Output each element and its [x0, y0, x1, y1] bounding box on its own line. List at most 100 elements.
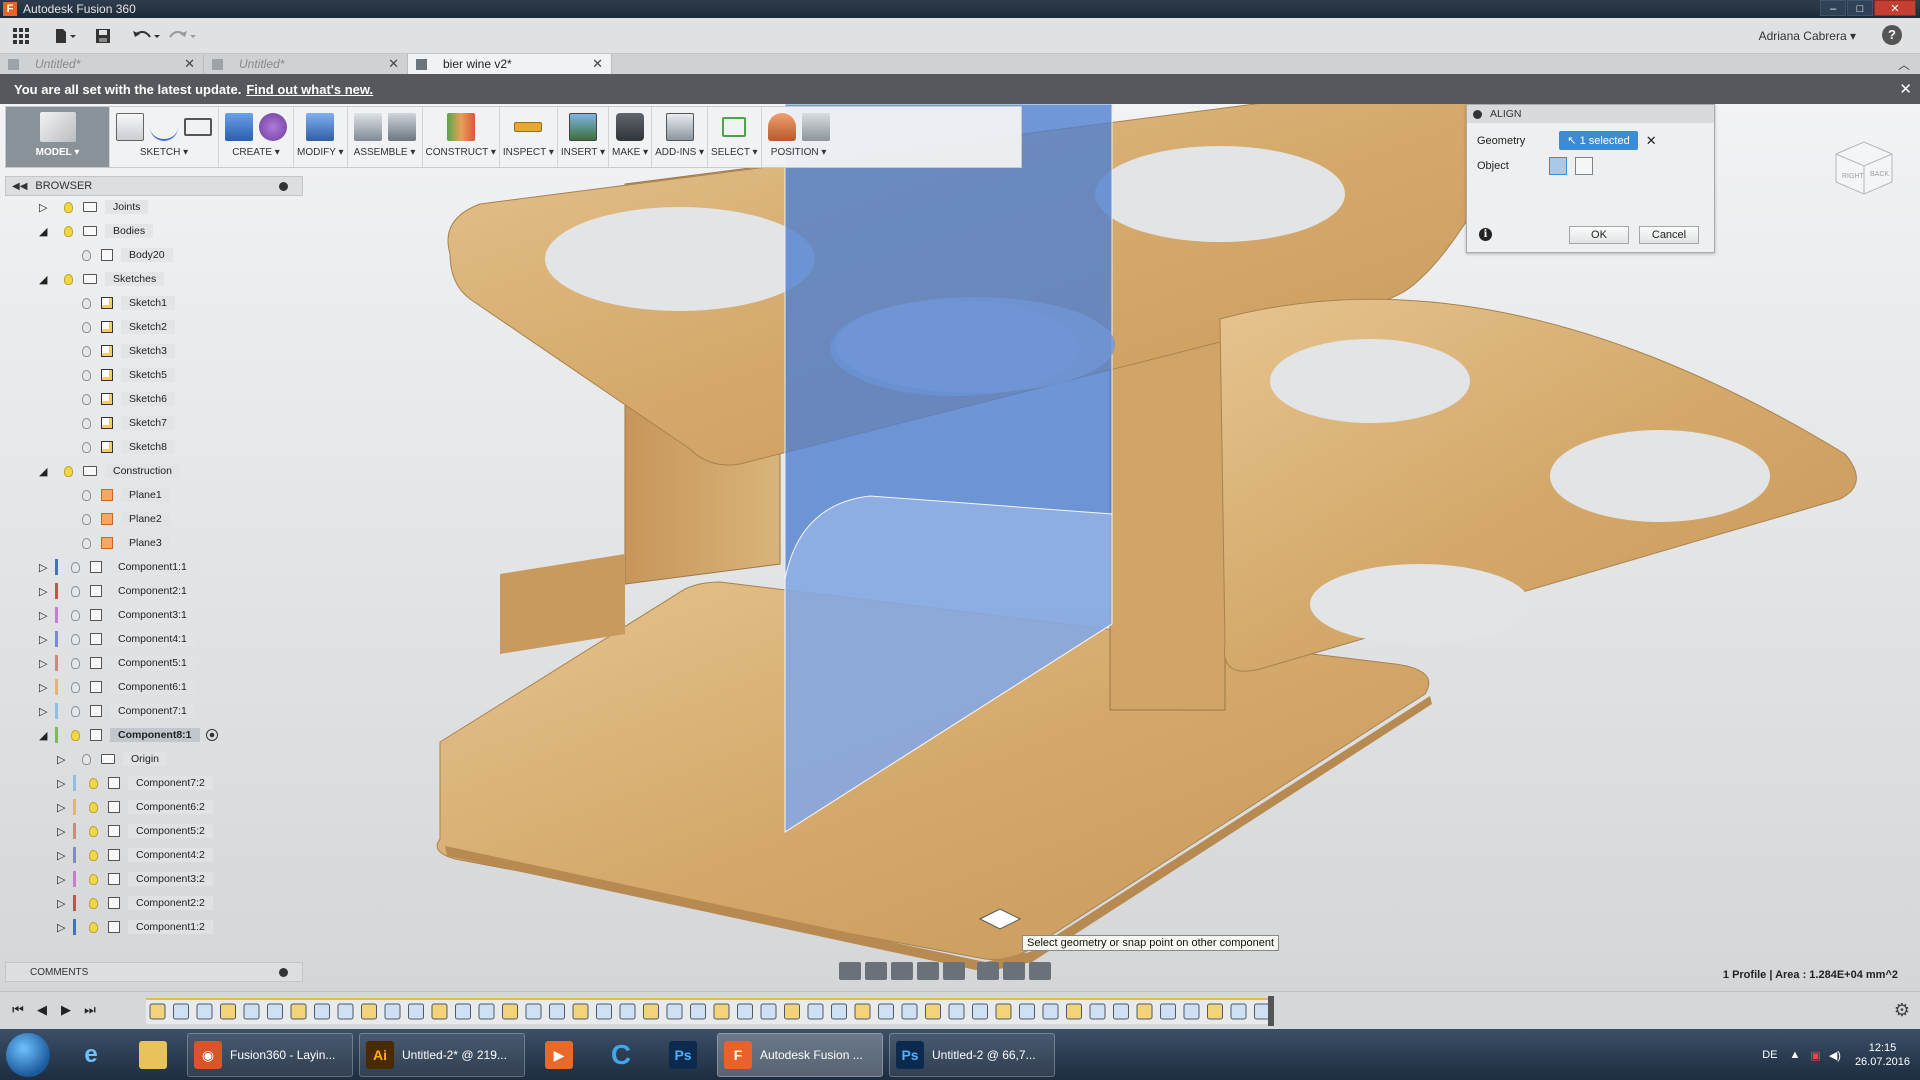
timeline-track[interactable] [146, 998, 1271, 1024]
3d-viewport[interactable]: MODEL ▾ SKETCH ▾ CREATE ▾ MODIFY ▾ ASSEM… [0, 104, 1920, 991]
add-ins-group[interactable]: ADD-INS ▾ [652, 107, 709, 167]
visibility-bulb-icon[interactable] [86, 848, 100, 862]
browser-item-label[interactable]: Component5:2 [128, 824, 213, 838]
visibility-bulb-icon[interactable] [86, 920, 100, 934]
browser-item-label[interactable]: Component5:1 [110, 656, 195, 670]
browser-item[interactable]: ◢ Bodies [39, 222, 154, 240]
visibility-bulb-icon[interactable] [79, 320, 93, 334]
make-group[interactable]: MAKE ▾ [609, 107, 653, 167]
visibility-bulb-icon[interactable] [61, 224, 75, 238]
browser-item-label[interactable]: Sketch3 [121, 344, 175, 358]
browser-item-label[interactable]: Component4:2 [128, 848, 213, 862]
select-icon[interactable] [722, 117, 747, 137]
timeline-feature-icon[interactable] [948, 1003, 965, 1020]
browser-item[interactable]: ▷ Component1:2 [57, 918, 213, 936]
comments-panel-header[interactable]: COMMENTS [5, 962, 303, 982]
timeline-feature-icon[interactable] [502, 1003, 518, 1020]
viewports-icon[interactable] [1029, 962, 1051, 980]
browser-item[interactable]: ◢ Construction [39, 462, 180, 480]
visibility-bulb-icon[interactable] [86, 800, 100, 814]
timeline-feature-icon[interactable] [337, 1003, 354, 1020]
timeline-feature-icon[interactable] [1230, 1003, 1247, 1020]
timeline-feature-icon[interactable] [549, 1003, 565, 1020]
whats-new-link[interactable]: Find out what's new. [246, 82, 373, 97]
expand-toggle-icon[interactable]: ▷ [39, 561, 51, 574]
form-icon[interactable] [259, 113, 287, 141]
timeline-feature-icon[interactable] [854, 1003, 871, 1020]
offset-plane-icon[interactable] [446, 113, 475, 141]
collapse-browser-icon[interactable]: ◀◀ [12, 181, 27, 192]
browser-item[interactable]: ◢ Component8:1 [39, 726, 218, 744]
media-player-icon[interactable]: ▶ [531, 1033, 587, 1077]
browser-pin-icon[interactable] [279, 182, 288, 191]
geometry-selection[interactable]: ↖ 1 selected [1559, 131, 1638, 150]
browser-item-label[interactable]: Component4:1 [110, 632, 195, 646]
timeline-feature-icon[interactable] [807, 1003, 824, 1020]
expand-toggle-icon[interactable]: ◢ [39, 273, 51, 286]
object-body-toggle[interactable] [1574, 157, 1593, 175]
expand-toggle-icon[interactable]: ◢ [39, 465, 51, 478]
browser-item-label[interactable]: Sketch8 [121, 440, 175, 454]
browser-item-label[interactable]: Plane2 [121, 512, 170, 526]
go-to-start-icon[interactable]: ⏮ [6, 1002, 30, 1018]
browser-item[interactable]: Sketch2 [57, 318, 175, 336]
orbit-icon[interactable] [839, 962, 861, 980]
new-component-icon[interactable] [353, 113, 382, 141]
minimize-button[interactable]: – [1820, 0, 1846, 16]
internet-explorer-icon[interactable]: e [63, 1033, 119, 1077]
close-notification-icon[interactable]: ✕ [1899, 80, 1912, 98]
tab-untitled-1[interactable]: Untitled* ✕ [0, 54, 204, 74]
3d-print-icon[interactable] [616, 113, 645, 141]
cancel-button[interactable]: Cancel [1639, 226, 1699, 244]
timeline-feature-icon[interactable] [878, 1003, 894, 1020]
timeline-feature-icon[interactable] [290, 1003, 307, 1020]
browser-item[interactable]: Sketch5 [57, 366, 175, 384]
timeline-feature-icon[interactable] [713, 1003, 730, 1020]
tab-untitled-2[interactable]: Untitled* ✕ [204, 54, 408, 74]
timeline-feature-icon[interactable] [737, 1003, 753, 1020]
assemble-group[interactable]: ASSEMBLE ▾ [348, 107, 423, 167]
chevron-up-icon[interactable]: ︿ [1898, 56, 1910, 73]
expand-toggle-icon[interactable]: ▷ [39, 609, 51, 622]
visibility-bulb-icon[interactable] [79, 416, 93, 430]
close-tab-icon[interactable]: ✕ [592, 56, 603, 72]
browser-item[interactable]: Plane1 [57, 486, 170, 504]
browser-item-label[interactable]: Component8:1 [110, 728, 200, 742]
browser-item[interactable]: ▷ Joints [39, 198, 149, 216]
timeline-feature-icon[interactable] [431, 1003, 448, 1020]
c-app-icon[interactable]: C [593, 1033, 649, 1077]
clock[interactable]: 12:15 26.07.2016 [1855, 1041, 1910, 1069]
volume-icon[interactable]: ◀) [1829, 1049, 1841, 1062]
timeline-feature-icon[interactable] [760, 1003, 777, 1020]
expand-toggle-icon[interactable]: ▷ [57, 897, 69, 910]
visibility-bulb-icon[interactable] [61, 272, 75, 286]
expand-toggle-icon[interactable]: ▷ [57, 921, 69, 934]
browser-item-label[interactable]: Sketch2 [121, 320, 175, 334]
insert-group[interactable]: INSERT ▾ [558, 107, 609, 167]
browser-item[interactable]: ▷ Component2:2 [57, 894, 213, 912]
visibility-bulb-icon[interactable] [79, 296, 93, 310]
zoom-icon[interactable] [917, 962, 939, 980]
timeline-feature-icon[interactable] [173, 1003, 189, 1020]
visibility-bulb-icon[interactable] [68, 560, 82, 574]
browser-item[interactable]: ▷ Component5:1 [39, 654, 195, 672]
timeline-feature-icon[interactable] [361, 1003, 377, 1020]
visibility-bulb-icon[interactable] [79, 368, 93, 382]
expand-toggle-icon[interactable]: ▷ [39, 585, 51, 598]
object-component-toggle[interactable] [1548, 157, 1567, 175]
viewcube-right-face[interactable]: RIGHT [1842, 173, 1865, 180]
visibility-bulb-icon[interactable] [68, 632, 82, 646]
browser-item-label[interactable]: Origin [123, 752, 168, 766]
expand-toggle-icon[interactable]: ▷ [39, 633, 51, 646]
browser-item-label[interactable]: Joints [105, 200, 149, 214]
timeline-feature-icon[interactable] [666, 1003, 683, 1020]
browser-item[interactable]: ▷ Component4:2 [57, 846, 213, 864]
language-indicator[interactable]: DE [1762, 1049, 1777, 1061]
visibility-bulb-icon[interactable] [86, 872, 100, 886]
expand-toggle-icon[interactable]: ▷ [57, 825, 69, 838]
expand-toggle-icon[interactable]: ▷ [57, 753, 69, 766]
construct-group[interactable]: CONSTRUCT ▾ [423, 107, 500, 167]
data-panel-grid-icon[interactable] [6, 22, 36, 50]
joint-icon[interactable] [387, 113, 416, 141]
timeline-feature-icon[interactable] [690, 1003, 706, 1020]
